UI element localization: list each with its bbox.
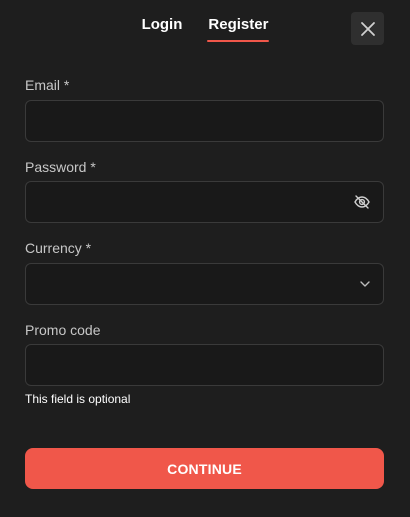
password-label: Password * (25, 159, 96, 175)
email-field-wrapper (25, 100, 384, 142)
auth-tabs: Login Register (0, 16, 410, 42)
tab-login[interactable]: Login (141, 16, 184, 42)
password-field[interactable] (26, 182, 383, 222)
currency-dropdown-toggle[interactable] (359, 278, 371, 290)
promo-label: Promo code (25, 322, 101, 338)
close-icon (360, 21, 375, 36)
password-field-wrapper (25, 181, 384, 223)
email-field[interactable] (26, 101, 383, 141)
currency-label: Currency * (25, 240, 92, 256)
eye-off-icon (354, 195, 370, 209)
chevron-down-icon (360, 281, 370, 287)
email-label: Email * (25, 77, 70, 93)
close-button[interactable] (351, 12, 384, 45)
register-modal: Login Register Email * Password * Curren… (0, 0, 410, 517)
promo-hint: This field is optional (25, 392, 131, 406)
toggle-password-visibility-button[interactable] (353, 193, 371, 211)
promo-code-field[interactable] (26, 345, 383, 385)
tab-register[interactable]: Register (207, 16, 270, 42)
continue-button[interactable]: CONTINUE (25, 448, 384, 489)
promo-field-wrapper (25, 344, 384, 386)
currency-select[interactable] (25, 263, 384, 305)
